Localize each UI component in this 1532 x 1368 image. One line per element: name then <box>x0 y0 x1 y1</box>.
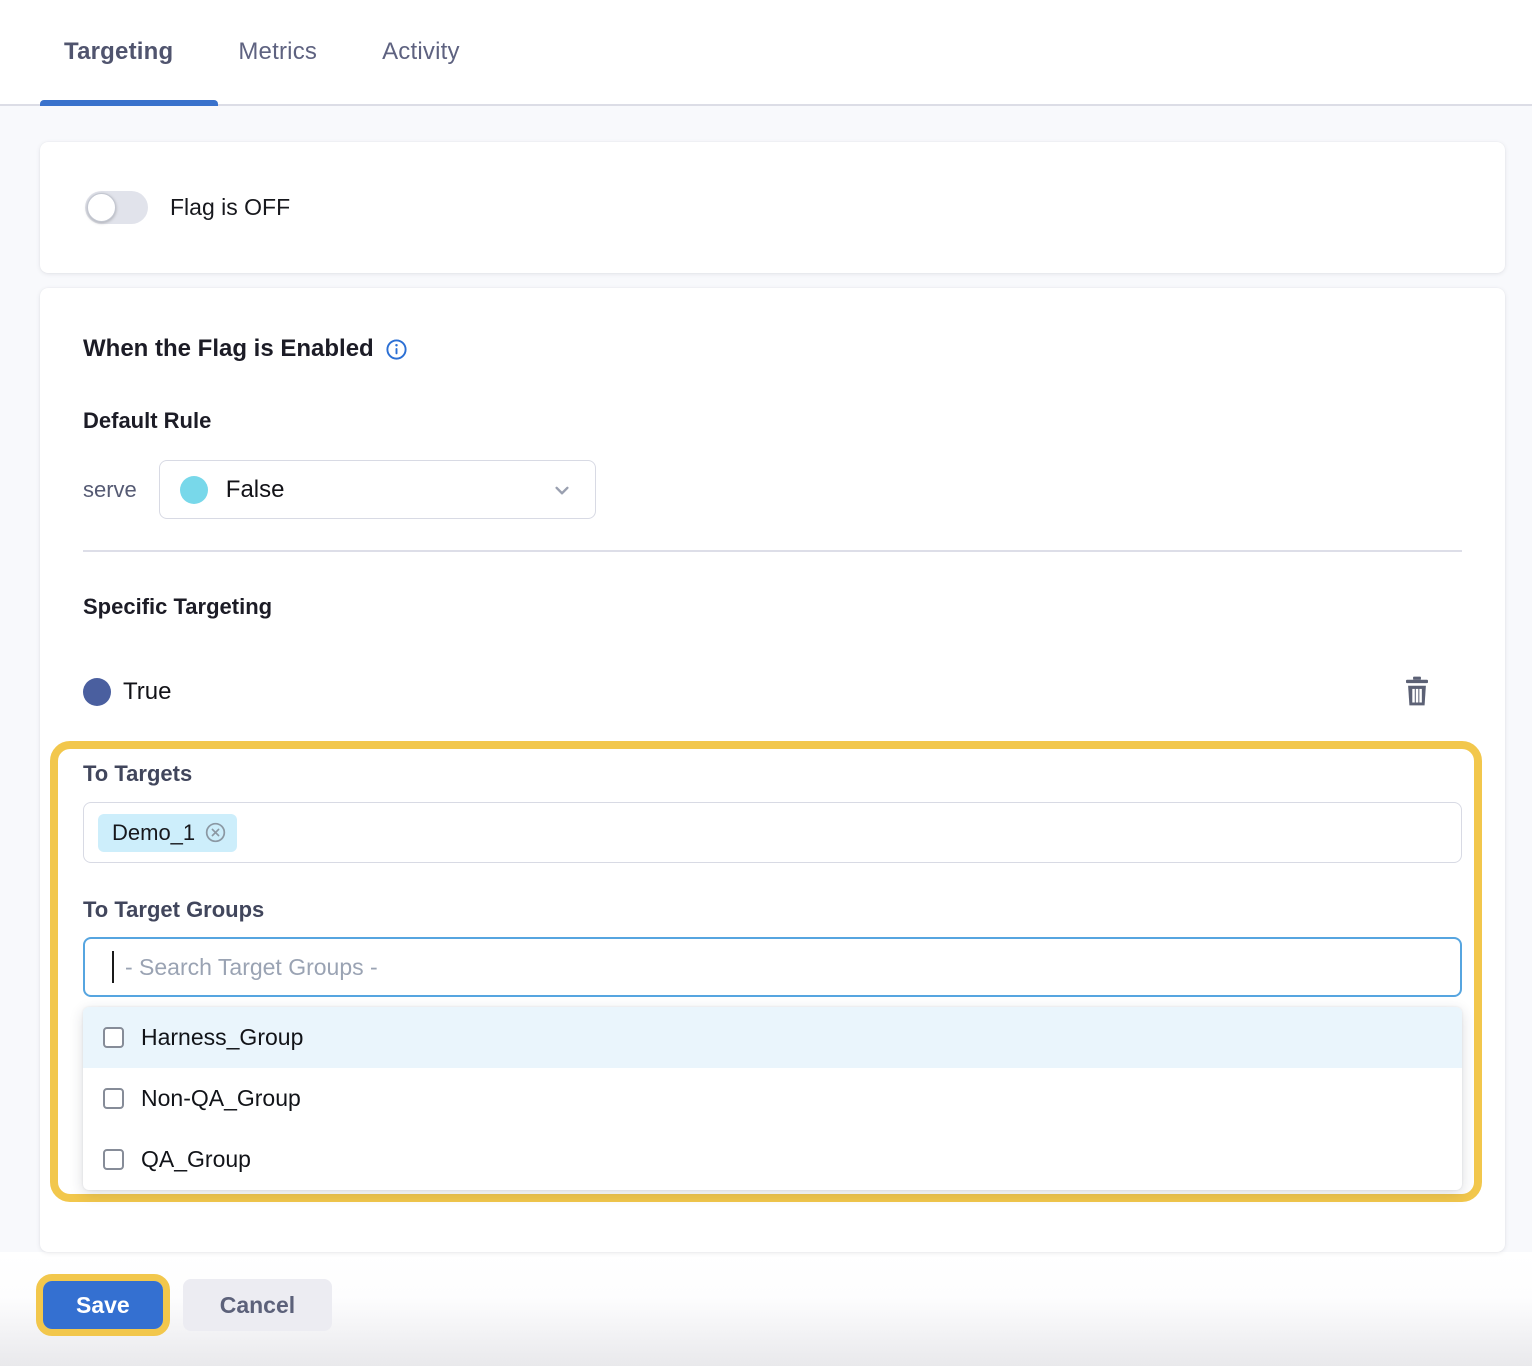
group-option-harness-group[interactable]: Harness_Group <box>83 1007 1462 1068</box>
default-rule-heading: Default Rule <box>83 408 1505 434</box>
tab-activity[interactable]: Activity <box>382 38 460 66</box>
group-option-label: Harness_Group <box>141 1024 303 1051</box>
remove-target-icon[interactable] <box>204 821 227 844</box>
tab-targeting[interactable]: Targeting <box>64 38 173 66</box>
save-button[interactable]: Save <box>43 1281 163 1329</box>
target-groups-search-wrap <box>83 937 1462 997</box>
save-highlight-ring: Save <box>36 1274 170 1336</box>
section-divider <box>83 550 1462 552</box>
target-chip: Demo_1 <box>98 814 237 852</box>
variation-color-dot <box>83 678 111 706</box>
group-option-non-qa-group[interactable]: Non-QA_Group <box>83 1068 1462 1129</box>
when-enabled-card: When the Flag is Enabled Default Rule se… <box>40 288 1505 1252</box>
group-checkbox[interactable] <box>103 1027 124 1048</box>
info-icon[interactable] <box>385 338 408 361</box>
tab-bar: Targeting Metrics Activity <box>0 0 1532 106</box>
group-option-label: QA_Group <box>141 1146 251 1173</box>
group-option-label: Non-QA_Group <box>141 1085 301 1112</box>
targeting-highlight-region: To Targets Demo_1 To Target Groups <box>50 741 1482 1202</box>
targets-input[interactable]: Demo_1 <box>83 802 1462 863</box>
target-groups-dropdown: Harness_Group Non-QA_Group QA_Group <box>83 1007 1462 1190</box>
group-option-qa-group[interactable]: QA_Group <box>83 1129 1462 1190</box>
group-checkbox[interactable] <box>103 1088 124 1109</box>
to-target-groups-label: To Target Groups <box>83 897 1462 923</box>
to-targets-label: To Targets <box>83 761 1462 787</box>
group-checkbox[interactable] <box>103 1149 124 1170</box>
when-enabled-heading: When the Flag is Enabled <box>83 335 1505 363</box>
when-enabled-title-text: When the Flag is Enabled <box>83 335 374 363</box>
flag-toggle[interactable] <box>85 191 148 224</box>
rule-variation-label: True <box>123 678 171 706</box>
serve-label: serve <box>83 477 137 503</box>
footer-actions: Save Cancel <box>0 1252 1532 1366</box>
specific-rule-variation-row: True <box>83 676 1505 708</box>
active-tab-indicator <box>40 100 218 106</box>
target-groups-search-input[interactable] <box>83 937 1462 997</box>
delete-rule-button[interactable] <box>1401 674 1433 708</box>
tab-metrics[interactable]: Metrics <box>238 38 317 66</box>
targeting-panel: Flag is OFF When the Flag is Enabled Def… <box>0 106 1532 1252</box>
chevron-down-icon <box>549 477 575 503</box>
text-caret <box>112 951 114 983</box>
specific-targeting-heading: Specific Targeting <box>83 594 1505 620</box>
flag-state-card: Flag is OFF <box>40 142 1505 273</box>
flag-state-label: Flag is OFF <box>170 194 290 221</box>
variation-color-dot <box>180 476 208 504</box>
cancel-button[interactable]: Cancel <box>183 1279 332 1331</box>
default-variation-select[interactable]: False <box>159 460 596 519</box>
default-rule-serve-row: serve False <box>83 460 1505 519</box>
flag-toggle-knob <box>87 193 116 222</box>
target-chip-label: Demo_1 <box>112 820 195 846</box>
selected-variation-value: False <box>226 476 549 504</box>
